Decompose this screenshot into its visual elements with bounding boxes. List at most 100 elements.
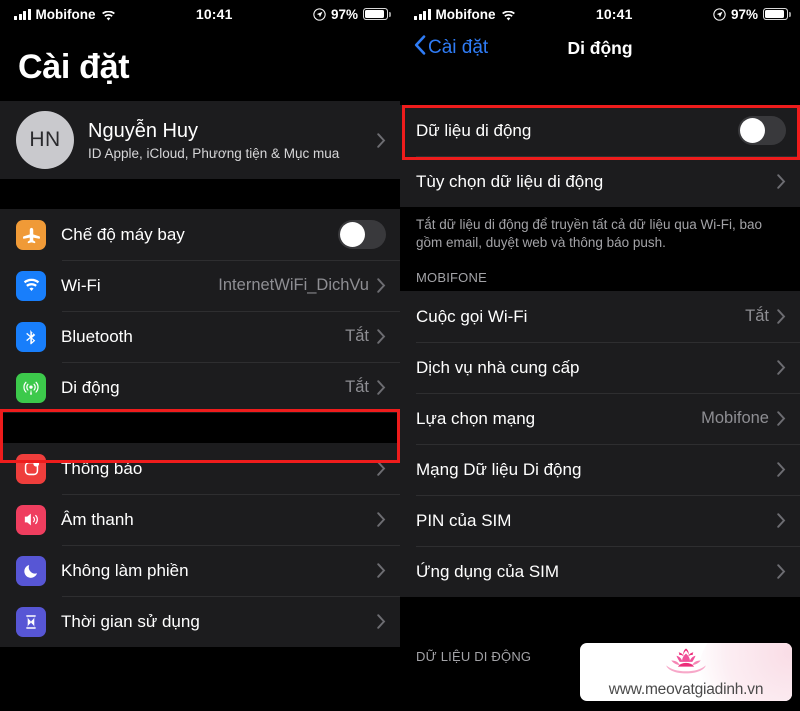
- clock-label: 10:41: [595, 6, 633, 22]
- chevron-right-icon: [377, 563, 386, 578]
- mobile-data-network-row[interactable]: Mạng Dữ liệu Di động: [400, 444, 800, 496]
- sidebar-item-sounds[interactable]: Âm thanh: [0, 494, 400, 545]
- avatar: HN: [16, 111, 74, 169]
- carrier-section-header: MOBIFONE: [400, 254, 800, 292]
- row-label: Thông báo: [61, 458, 143, 478]
- row-label: Di động: [61, 377, 120, 397]
- chevron-right-icon: [777, 411, 786, 427]
- row-label: Tùy chọn dữ liệu di động: [416, 171, 604, 191]
- account-row[interactable]: HN Nguyễn Huy ID Apple, iCloud, Phương t…: [0, 101, 400, 179]
- wifi-icon: [101, 9, 116, 20]
- chevron-right-icon: [377, 380, 386, 395]
- cellular-icon: [16, 372, 46, 403]
- status-bar-right: Mobifone 10:41 97%: [400, 0, 800, 28]
- account-group: HN Nguyễn Huy ID Apple, iCloud, Phương t…: [0, 101, 400, 179]
- row-value: Tắt: [345, 378, 369, 396]
- watermark: www.meovatgiadinh.vn: [580, 643, 792, 701]
- wifi-icon: [16, 270, 46, 301]
- mobile-data-row[interactable]: Dữ liệu di động: [400, 105, 800, 156]
- carrier-label: Mobifone: [35, 6, 96, 22]
- row-value: InternetWiFi_DichVu: [218, 276, 369, 294]
- sidebar-item-bluetooth[interactable]: Bluetooth Tắt: [0, 311, 400, 362]
- battery-percent-label: 97%: [730, 6, 758, 22]
- location-arrow-icon: [713, 7, 726, 21]
- chevron-left-icon: [414, 35, 428, 61]
- signal-bars-icon: [14, 8, 31, 20]
- chevron-right-icon: [777, 360, 786, 376]
- signal-bars-icon: [414, 8, 431, 20]
- row-label: Âm thanh: [61, 509, 134, 529]
- notifications-group: Thông báo Âm thanh Không làm phiền Thời …: [0, 443, 400, 647]
- chevron-right-icon: [777, 513, 786, 529]
- navigation-bar: Cài đặt Di động: [400, 28, 800, 68]
- section-gap: [0, 413, 400, 443]
- chevron-right-icon: [777, 462, 786, 478]
- row-label: Bluetooth: [61, 326, 133, 346]
- battery-icon: [363, 8, 391, 20]
- back-button-label: Cài đặt: [428, 37, 489, 58]
- row-label: Dữ liệu di động: [416, 120, 532, 140]
- sounds-icon: [16, 504, 46, 535]
- mobile-data-group: Dữ liệu di động Tùy chọn dữ liệu di động: [400, 105, 800, 207]
- chevron-right-icon: [377, 132, 386, 148]
- dual-phone-screenshot: Mobifone 10:41 97% Cài đặt HN Nguyễn Huy…: [0, 0, 800, 711]
- mobile-data-footnote: Tắt dữ liệu di động để truyền tất cả dữ …: [400, 207, 800, 255]
- sim-applications-row[interactable]: Ứng dụng của SIM: [400, 546, 800, 598]
- notifications-icon: [16, 453, 46, 484]
- row-value: Tắt: [345, 327, 369, 345]
- chevron-right-icon: [777, 174, 786, 189]
- section-gap: [400, 68, 800, 105]
- row-label: Thời gian sử dụng: [61, 611, 200, 631]
- location-arrow-icon: [313, 7, 326, 21]
- row-label: Không làm phiền: [61, 560, 189, 580]
- row-label: Mạng Dữ liệu Di động: [416, 459, 582, 479]
- row-label: Dịch vụ nhà cung cấp: [416, 357, 580, 377]
- chevron-right-icon: [377, 461, 386, 476]
- mobile-data-toggle[interactable]: [738, 116, 786, 145]
- row-value: Mobifone: [701, 409, 769, 428]
- row-label: Ứng dụng của SIM: [416, 561, 560, 581]
- watermark-text: www.meovatgiadinh.vn: [608, 681, 764, 698]
- sidebar-item-wifi[interactable]: Wi-Fi InternetWiFi_DichVu: [0, 260, 400, 311]
- chevron-right-icon: [777, 309, 786, 325]
- account-subtitle: ID Apple, iCloud, Phương tiện & Mục mua: [88, 145, 340, 161]
- chevron-right-icon: [377, 512, 386, 527]
- left-phone-settings-screen: Mobifone 10:41 97% Cài đặt HN Nguyễn Huy…: [0, 0, 400, 711]
- row-value: Tắt: [745, 307, 769, 326]
- sidebar-item-do-not-disturb[interactable]: Không làm phiền: [0, 545, 400, 596]
- mobile-data-options-row[interactable]: Tùy chọn dữ liệu di động: [400, 156, 800, 207]
- right-phone-cellular-screen: Mobifone 10:41 97% Cài đặt Di động Dữ li…: [400, 0, 800, 711]
- account-name: Nguyễn Huy: [88, 119, 199, 142]
- row-label: Wi-Fi: [61, 275, 101, 295]
- sidebar-item-airplane-mode[interactable]: Chế độ máy bay: [0, 209, 400, 260]
- status-bar-left: Mobifone 10:41 97%: [0, 0, 400, 28]
- section-gap: [0, 179, 400, 209]
- battery-percent-label: 97%: [330, 6, 358, 22]
- lotus-flower-icon: [657, 645, 715, 680]
- sidebar-item-notifications[interactable]: Thông báo: [0, 443, 400, 494]
- airplane-mode-toggle[interactable]: [338, 220, 386, 249]
- sidebar-item-cellular[interactable]: Di động Tắt: [0, 362, 400, 413]
- chevron-right-icon: [777, 564, 786, 580]
- wifi-icon: [501, 9, 516, 20]
- hourglass-icon: [16, 606, 46, 637]
- row-label: PIN của SIM: [416, 510, 512, 530]
- wifi-calling-row[interactable]: Cuộc gọi Wi-Fi Tắt: [400, 291, 800, 343]
- sidebar-item-screen-time[interactable]: Thời gian sử dụng: [0, 596, 400, 647]
- network-selection-row[interactable]: Lựa chọn mạng Mobifone: [400, 393, 800, 445]
- page-title: Cài đặt: [18, 48, 130, 86]
- row-label: Lựa chọn mạng: [416, 408, 536, 428]
- chevron-right-icon: [377, 329, 386, 344]
- moon-icon: [16, 555, 46, 586]
- bluetooth-icon: [16, 321, 46, 352]
- back-button[interactable]: Cài đặt: [414, 35, 488, 61]
- carrier-group: Cuộc gọi Wi-Fi Tắt Dịch vụ nhà cung cấp …: [400, 291, 800, 598]
- carrier-services-row[interactable]: Dịch vụ nhà cung cấp: [400, 342, 800, 394]
- clock-label: 10:41: [195, 6, 233, 22]
- row-label: Chế độ máy bay: [61, 224, 185, 244]
- sim-pin-row[interactable]: PIN của SIM: [400, 495, 800, 547]
- carrier-label: Mobifone: [435, 6, 496, 22]
- battery-icon: [763, 8, 791, 20]
- chevron-right-icon: [377, 614, 386, 629]
- airplane-icon: [16, 219, 46, 250]
